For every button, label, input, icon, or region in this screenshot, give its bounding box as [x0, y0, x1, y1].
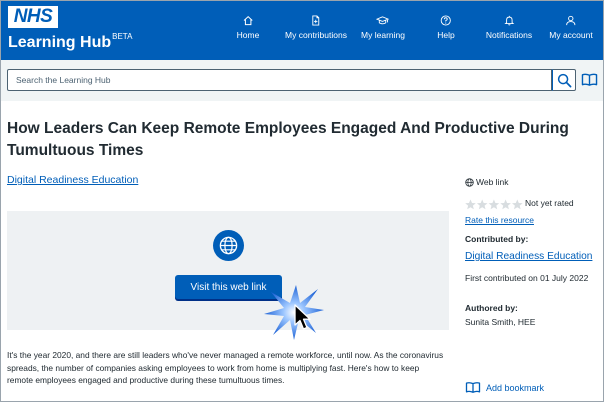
nav-my-account[interactable]: My account: [549, 15, 593, 40]
globe-icon: [219, 236, 238, 255]
nhs-logo[interactable]: NHS: [8, 6, 58, 28]
search-bar: [1, 60, 603, 101]
contributor-link[interactable]: Digital Readiness Education: [465, 251, 592, 262]
document-icon: [312, 15, 320, 26]
resource-description: It's the year 2020, and there are still …: [7, 350, 444, 386]
search-button[interactable]: [552, 69, 576, 91]
question-icon: [440, 15, 452, 26]
nav-help-label: Help: [437, 30, 455, 40]
nav-home[interactable]: Home: [236, 15, 260, 40]
search-icon: [557, 73, 572, 88]
open-book-icon: [581, 73, 598, 86]
nav-notifications[interactable]: Notifications: [486, 15, 532, 40]
nav-notifications-label: Notifications: [485, 30, 533, 40]
rating-status: Not yet rated: [525, 198, 574, 208]
add-bookmark-label: Add bookmark: [486, 383, 545, 393]
browse-catalogues-button[interactable]: [581, 72, 598, 92]
catalogue-link[interactable]: Digital Readiness Education: [7, 174, 138, 186]
nav-my-contributions[interactable]: My contributions: [285, 15, 347, 40]
site-header: NHS Learning HubBETA Home My contributio…: [1, 1, 603, 60]
search-input[interactable]: [7, 69, 552, 91]
empty-stars-icon: [465, 199, 523, 210]
resource-type-label: Web link: [476, 177, 509, 187]
add-bookmark-button[interactable]: Add bookmark: [465, 381, 544, 394]
app-title-text: Learning Hub: [8, 34, 112, 51]
nav-my-contributions-label: My contributions: [285, 30, 347, 40]
nav-my-account-label: My account: [549, 30, 593, 40]
page-title: How Leaders Can Keep Remote Employees En…: [7, 120, 569, 159]
star-rating: [465, 197, 523, 215]
nav-my-learning[interactable]: My learning: [361, 15, 405, 40]
resource-panel: Visit this web link: [7, 211, 449, 330]
resource-type: Web link: [465, 177, 508, 187]
globe-small-icon: [465, 178, 474, 187]
home-icon: [243, 15, 253, 26]
author-name: Sunita Smith, HEE: [465, 317, 536, 327]
mouse-cursor-icon: [294, 304, 311, 330]
nav-home-label: Home: [236, 30, 260, 40]
bookmark-book-icon: [465, 382, 481, 393]
nav-help[interactable]: Help: [437, 15, 455, 40]
browser-frame: NHS Learning HubBETA Home My contributio…: [0, 0, 604, 402]
authored-by-label: Authored by:: [465, 303, 518, 313]
graduation-cap-icon: [376, 16, 390, 25]
contributed-by-label: Contributed by:: [465, 234, 529, 244]
nav-my-learning-label: My learning: [361, 30, 405, 40]
user-icon: [566, 15, 576, 26]
first-contributed-date: First contributed on 01 July 2022: [465, 273, 589, 283]
beta-badge: BETA: [112, 32, 133, 41]
rate-resource-link[interactable]: Rate this resource: [465, 215, 534, 225]
bell-icon: [504, 15, 514, 26]
app-title[interactable]: Learning HubBETA: [8, 32, 132, 52]
globe-badge: [213, 230, 244, 261]
